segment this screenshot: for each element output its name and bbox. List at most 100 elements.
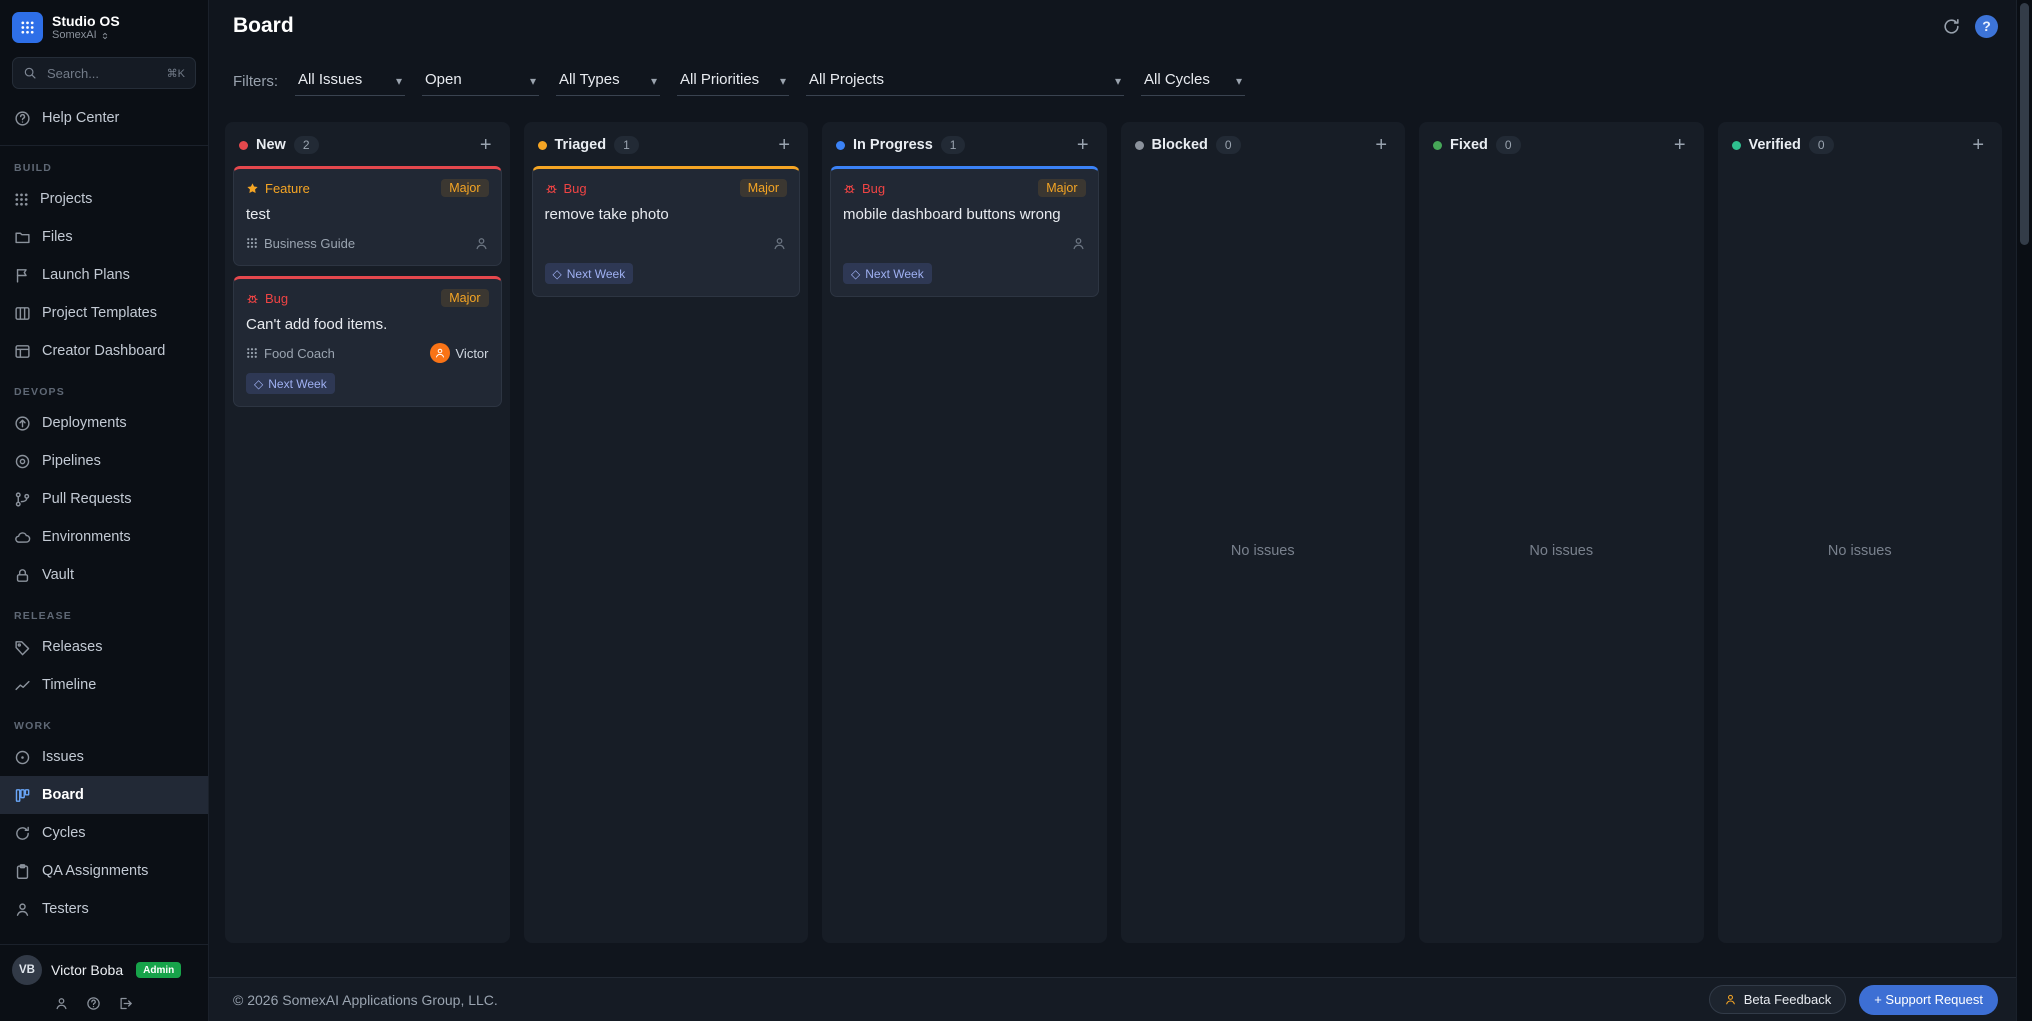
beta-feedback-button[interactable]: Beta Feedback [1709, 985, 1846, 1014]
filters-bar: Filters: All Issues ▾ Open ▾ All Types ▾… [209, 52, 2016, 108]
sidebar-item-label: Help Center [42, 110, 119, 126]
add-issue-button[interactable]: + [476, 135, 496, 155]
user-menu[interactable]: VB Victor Boba Admin [12, 955, 196, 985]
help-circle-button[interactable]: ? [1975, 15, 1998, 38]
empty-state: No issues [1726, 166, 1995, 935]
refresh-button[interactable] [1942, 17, 1961, 36]
help-button[interactable] [86, 996, 101, 1011]
section-label-devops: DEVOPS [14, 386, 194, 398]
target-icon [14, 453, 31, 470]
issue-card[interactable]: Bug Major mobile dashboard buttons wrong… [830, 166, 1099, 297]
add-issue-button[interactable]: + [1073, 135, 1093, 155]
assignee-placeholder-icon[interactable] [1071, 236, 1086, 251]
issue-title: mobile dashboard buttons wrong [843, 206, 1086, 223]
scrollbar-thumb[interactable] [2020, 3, 2029, 245]
issue-card[interactable]: Bug Major remove take photo ◇ Next Week [532, 166, 801, 297]
filter-priorities-select[interactable]: All Priorities ▾ [677, 71, 789, 96]
search-input[interactable] [45, 65, 159, 82]
support-request-button[interactable]: + Support Request [1859, 985, 1998, 1015]
person-icon [14, 901, 31, 918]
status-dot [836, 141, 845, 150]
chart-icon [14, 677, 31, 694]
assignee-placeholder-icon[interactable] [772, 236, 787, 251]
filter-projects-select[interactable]: All Projects ▾ [806, 71, 1124, 96]
sidebar-item-creator-dashboard[interactable]: Creator Dashboard [0, 332, 208, 370]
add-issue-button[interactable]: + [774, 135, 794, 155]
sidebar-item-label: Timeline [42, 677, 96, 693]
column-title: In Progress [853, 137, 933, 153]
column-title: Verified [1749, 137, 1801, 153]
copyright-text: © 2026 SomexAI Applications Group, LLC. [233, 992, 1696, 1008]
app-logo [12, 12, 43, 43]
cloud-icon [14, 529, 31, 546]
sidebar-item-testers[interactable]: Testers [0, 890, 208, 928]
priority-badge: Major [1038, 179, 1085, 197]
sidebar-item-environments[interactable]: Environments [0, 518, 208, 556]
sidebar-item-pull-requests[interactable]: Pull Requests [0, 480, 208, 518]
sidebar-item-project-templates[interactable]: Project Templates [0, 294, 208, 332]
column-count-badge: 2 [294, 136, 319, 154]
window-icon [14, 343, 31, 360]
filter-value: All Projects [809, 71, 884, 88]
person-icon [54, 996, 69, 1011]
filter-types-select[interactable]: All Types ▾ [556, 71, 660, 96]
section-label-work: WORK [14, 720, 194, 732]
kanban-board: New 2 + Feature Major test [209, 108, 2016, 977]
sidebar-item-files[interactable]: Files [0, 218, 208, 256]
assignee[interactable]: Victor [430, 343, 489, 363]
issue-card[interactable]: Bug Major Can't add food items. Food Coa… [233, 276, 502, 407]
issue-card[interactable]: Feature Major test Business Guide [233, 166, 502, 266]
flag-icon [14, 267, 31, 284]
filter-issues-select[interactable]: All Issues ▾ [295, 71, 405, 96]
logout-button[interactable] [118, 996, 133, 1011]
sidebar-item-vault[interactable]: Vault [0, 556, 208, 594]
workspace-switcher[interactable]: Studio OS SomexAI [0, 0, 208, 51]
sidebar-item-timeline[interactable]: Timeline [0, 666, 208, 704]
column-title: Fixed [1450, 137, 1488, 153]
account-button[interactable] [54, 996, 69, 1011]
column-count-badge: 0 [1809, 136, 1834, 154]
add-issue-button[interactable]: + [1670, 135, 1690, 155]
add-issue-button[interactable]: + [1371, 135, 1391, 155]
empty-state: No issues [1129, 166, 1398, 935]
chevron-down-icon: ▾ [651, 74, 657, 88]
cycle-chip: ◇ Next Week [545, 263, 634, 284]
board-column-new: New 2 + Feature Major test [225, 122, 510, 943]
page-title: Board [233, 14, 1942, 38]
search-icon [23, 66, 37, 80]
filter-state-select[interactable]: Open ▾ [422, 71, 539, 96]
sidebar-item-releases[interactable]: Releases [0, 628, 208, 666]
sidebar-item-board[interactable]: Board [0, 776, 208, 814]
sidebar-item-issues[interactable]: Issues [0, 738, 208, 776]
sidebar-item-qa-assignments[interactable]: QA Assignments [0, 852, 208, 890]
vertical-scrollbar[interactable] [2016, 0, 2032, 1021]
divider [0, 145, 208, 146]
sidebar-item-deployments[interactable]: Deployments [0, 404, 208, 442]
org-name: SomexAI [52, 29, 97, 42]
deploy-icon [14, 415, 31, 432]
sidebar-item-help-center[interactable]: Help Center [0, 99, 208, 137]
diamond-icon: ◇ [851, 267, 860, 281]
column-count-badge: 0 [1496, 136, 1521, 154]
kanban-icon [14, 787, 31, 804]
role-badge: Admin [136, 962, 181, 978]
add-issue-button[interactable]: + [1968, 135, 1988, 155]
filter-cycles-select[interactable]: All Cycles ▾ [1141, 71, 1245, 96]
sidebar-item-label: Testers [42, 901, 89, 917]
chevron-down-icon: ▾ [1236, 74, 1242, 88]
assignee-placeholder-icon[interactable] [474, 236, 489, 251]
sidebar-item-label: Board [42, 787, 84, 803]
column-header: In Progress 1 + [830, 130, 1099, 166]
board-column-verified: Verified 0 + No issues [1718, 122, 2003, 943]
sidebar-item-label: Environments [42, 529, 131, 545]
lock-icon [14, 567, 31, 584]
sidebar-item-projects[interactable]: Projects [0, 180, 208, 218]
sidebar-item-label: Project Templates [42, 305, 157, 321]
sidebar-item-cycles[interactable]: Cycles [0, 814, 208, 852]
sidebar-item-launch-plans[interactable]: Launch Plans [0, 256, 208, 294]
sidebar: Studio OS SomexAI ⌘K Help Center BUILD P… [0, 0, 209, 1021]
sidebar-item-label: Pull Requests [42, 491, 131, 507]
sidebar-item-pipelines[interactable]: Pipelines [0, 442, 208, 480]
column-count-badge: 1 [614, 136, 639, 154]
chevron-down-icon: ▾ [780, 74, 786, 88]
